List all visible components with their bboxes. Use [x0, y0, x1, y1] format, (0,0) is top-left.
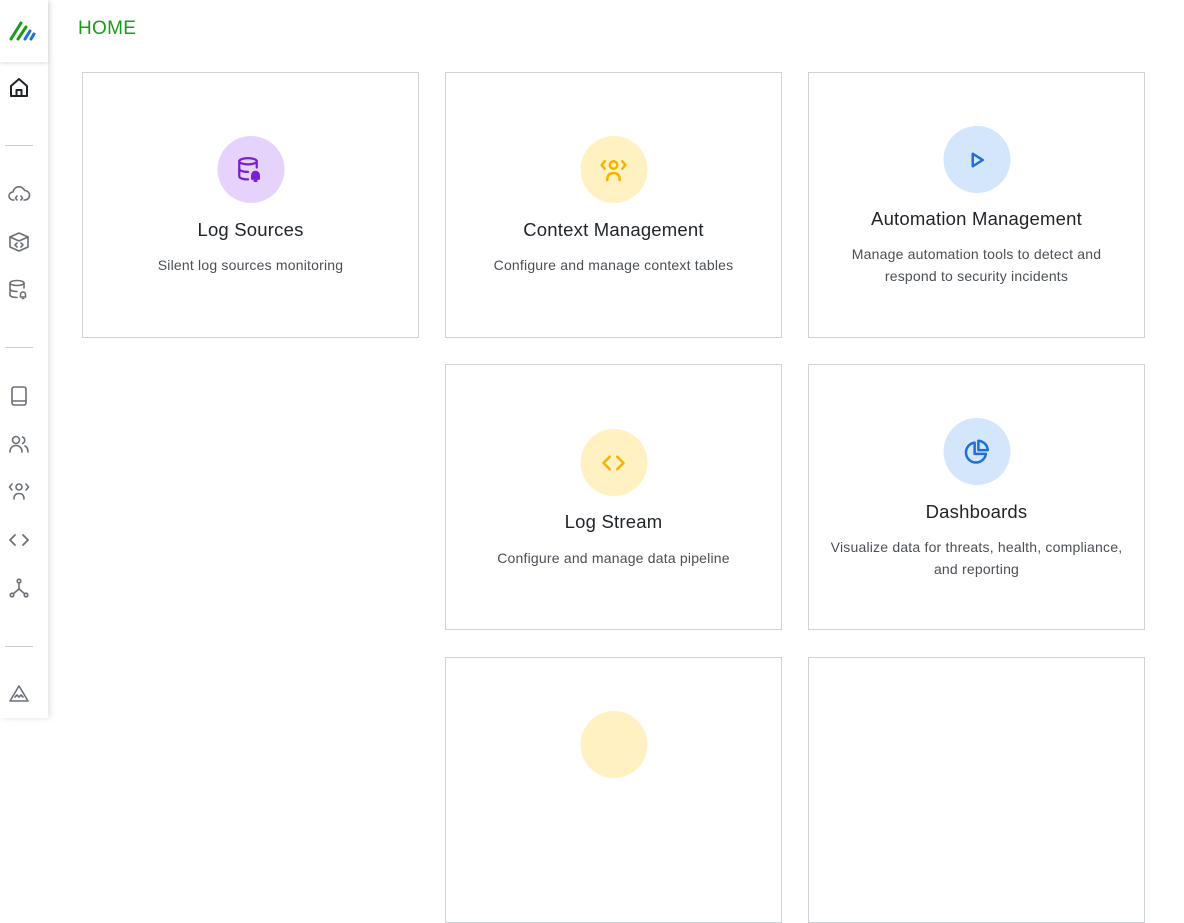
cloud-code-icon[interactable] — [5, 180, 33, 208]
book-icon[interactable] — [5, 382, 33, 410]
sidebar-divider — [5, 145, 33, 146]
card-title: Log Stream — [564, 511, 663, 532]
context-users-icon — [600, 159, 627, 181]
code-icon[interactable] — [5, 526, 33, 554]
home-icon[interactable] — [5, 74, 33, 102]
users-icon[interactable] — [5, 430, 33, 458]
context-users-icon[interactable] — [5, 477, 33, 505]
card-description: Configure and manage data pipeline — [497, 550, 730, 566]
alert-triangle-icon[interactable] — [5, 680, 33, 708]
database-alert-icon[interactable] — [5, 276, 33, 304]
branch-icon[interactable] — [5, 574, 33, 602]
card-log-stream[interactable]: Log Stream Configure and manage data pip… — [445, 364, 782, 630]
card-description: Manage automation tools to detect and re… — [851, 246, 1102, 284]
code-icon — [602, 455, 625, 470]
card-description: Configure and manage context tables — [493, 257, 734, 273]
box-code-icon[interactable] — [5, 228, 33, 256]
card-title: Dashboards — [925, 501, 1028, 522]
sidebar-divider — [5, 347, 33, 348]
card-icon-circle — [217, 136, 284, 203]
sidebar — [0, 0, 48, 718]
card-partial[interactable] — [808, 657, 1145, 923]
card-description: Silent log sources monitoring — [157, 257, 344, 273]
card-icon-circle — [580, 136, 647, 203]
card-title: Log Sources — [197, 219, 304, 240]
card-title: Automation Management — [871, 208, 1082, 229]
card-title: Context Management — [523, 219, 704, 240]
card-dashboards[interactable]: Dashboards Visualize data for threats, h… — [808, 364, 1145, 630]
card-icon-circle — [943, 418, 1010, 485]
logo-icon — [9, 21, 36, 41]
card-log-sources[interactable]: Log Sources Silent log sources monitorin… — [82, 72, 419, 338]
card-icon-circle — [580, 711, 647, 778]
sidebar-divider — [5, 646, 33, 647]
brand-logo[interactable] — [0, 0, 48, 62]
card-partial[interactable] — [445, 657, 782, 923]
card-context-management[interactable]: Context Management Configure and manage … — [445, 72, 782, 338]
pie-chart-icon — [964, 439, 989, 464]
page-title: HOME — [78, 18, 137, 39]
play-icon — [971, 152, 984, 167]
card-icon-circle — [943, 126, 1010, 193]
card-icon-circle — [580, 429, 647, 496]
card-description: Visualize data for threats, health, comp… — [830, 539, 1123, 577]
card-automation-management[interactable]: Automation Management Manage automation … — [808, 72, 1145, 338]
database-alert-icon — [238, 156, 260, 182]
